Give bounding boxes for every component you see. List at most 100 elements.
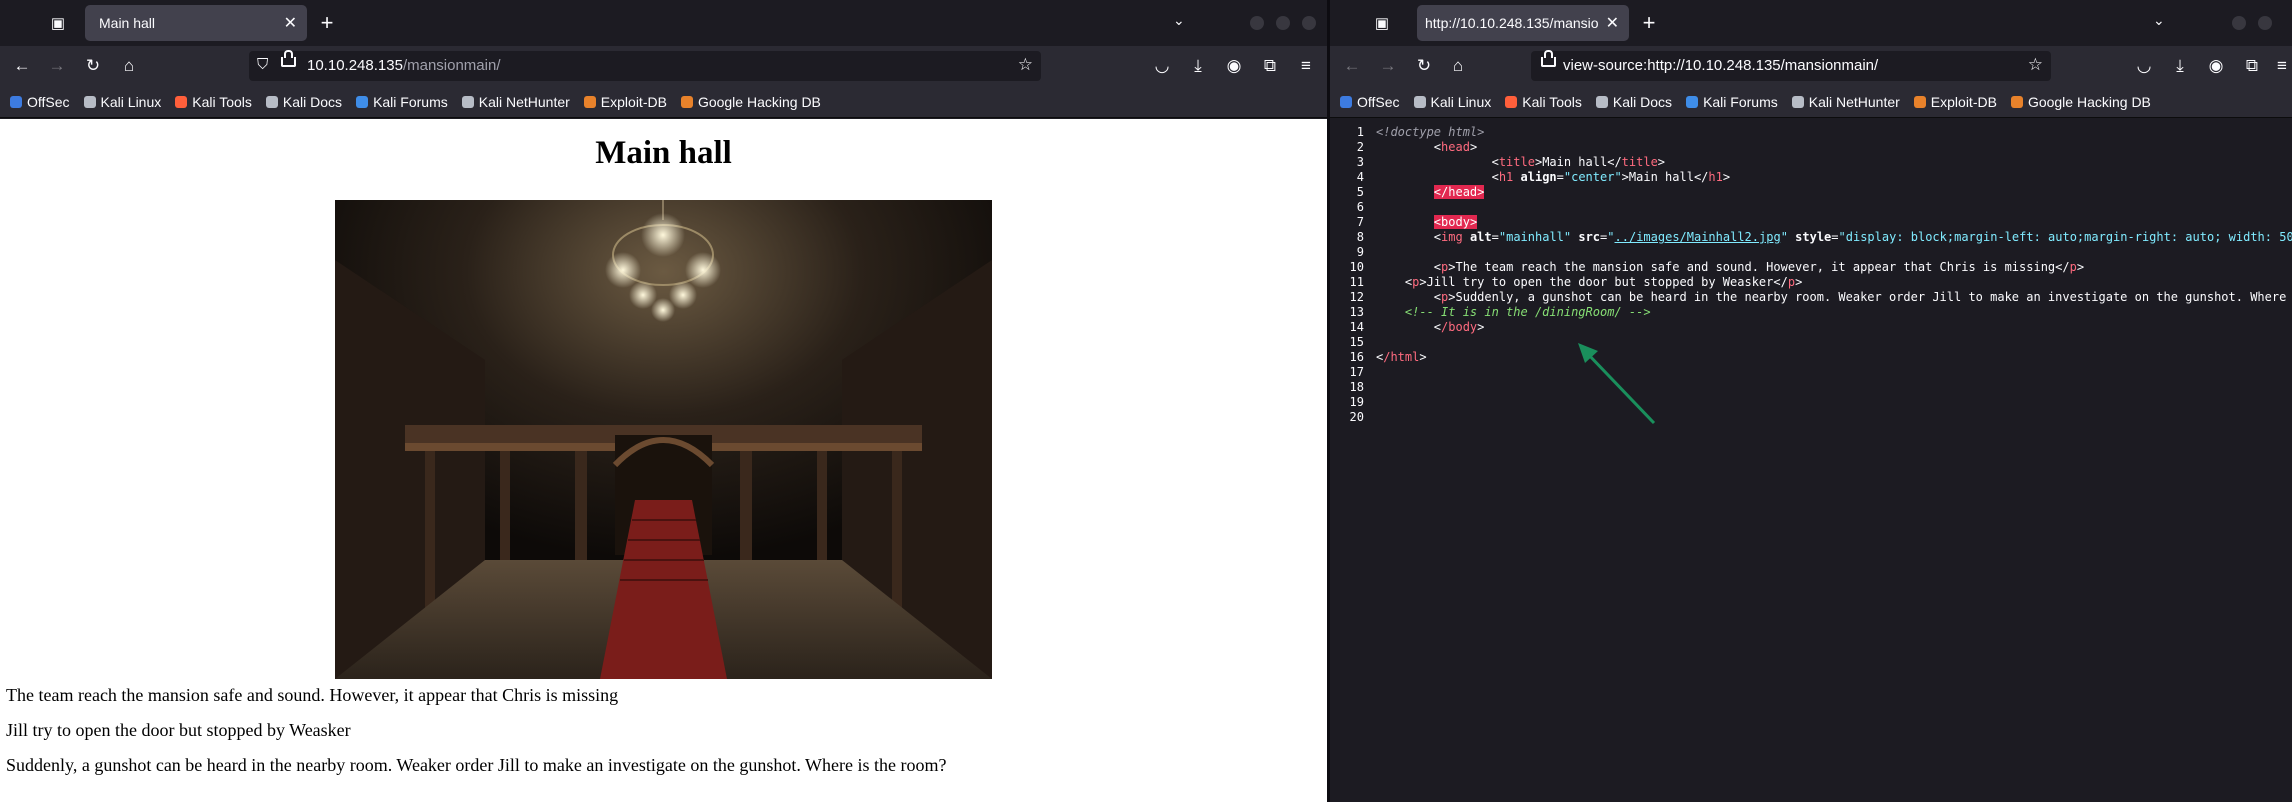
source-line: 14 </body>: [1349, 320, 1485, 334]
downloads-icon[interactable]: ⤓: [1184, 52, 1212, 80]
source-line: 13 <!-- It is in the /diningRoom/ -->: [1349, 305, 1651, 319]
reload-icon[interactable]: ↻: [79, 52, 107, 80]
bookmark-kali-docs[interactable]: Kali Docs: [265, 94, 342, 110]
browser-window-right: ▣ http://10.10.248.135/mansionmain/ ✕ + …: [1330, 0, 2292, 802]
menu-icon[interactable]: ≡: [1292, 52, 1320, 80]
bookmark-kali-tools[interactable]: Kali Tools: [1505, 94, 1582, 110]
shield-icon[interactable]: ⛉: [257, 56, 268, 73]
bookmark-exploit-db[interactable]: Exploit-DB: [1913, 94, 1997, 110]
paragraph-1: The team reach the mansion safe and soun…: [6, 685, 619, 705]
close-window-button[interactable]: [2258, 16, 2272, 30]
mainhall-image: [335, 200, 992, 679]
url-bar[interactable]: ⛉ 10.10.248.135/mansionmain/ ☆: [249, 50, 1041, 81]
source-line: 15: [1349, 335, 1364, 349]
kali-dragon-icon: [1595, 95, 1608, 108]
image-source-link[interactable]: ../images/Mainhall2.jpg: [1615, 230, 1781, 244]
close-window-button[interactable]: [1302, 16, 1316, 30]
paragraph-3: Suddenly, a gunshot can be heard in the …: [6, 755, 947, 775]
offsec-icon: [10, 95, 22, 108]
kali-tools-icon: [175, 95, 188, 108]
source-line: 17: [1349, 365, 1364, 379]
extensions-icon[interactable]: ⧉: [2238, 52, 2266, 80]
bookmark-exploit-db[interactable]: Exploit-DB: [583, 94, 667, 110]
source-line: 3 <title>Main hall</title>: [1356, 155, 1666, 169]
source-line: 10 <p>The team reach the mansion safe an…: [1349, 260, 2085, 274]
source-line: 12 <p>Suddenly, a gunshot can be heard i…: [1349, 290, 2292, 304]
tab-title: Main hall: [99, 15, 156, 31]
account-icon[interactable]: ◉: [1220, 52, 1248, 80]
url-bar[interactable]: view-source:http://10.10.248.135/mansion…: [1531, 50, 2051, 81]
home-icon[interactable]: ⌂: [115, 52, 143, 80]
tab-view-source[interactable]: http://10.10.248.135/mansionmain/ ✕: [1417, 5, 1629, 41]
bookmark-kali-linux[interactable]: Kali Linux: [1413, 94, 1491, 110]
kali-dragon-icon: [83, 95, 96, 108]
pocket-icon[interactable]: ◡: [2130, 52, 2158, 80]
back-arrow-icon[interactable]: ←: [8, 52, 36, 80]
maximize-button[interactable]: [1276, 16, 1290, 30]
bookmark-offsec[interactable]: OffSec: [10, 94, 70, 110]
chevron-down-icon[interactable]: ⌄: [1173, 12, 1185, 29]
offsec-icon: [1340, 95, 1352, 108]
source-line: 1 <!doctype html>: [1356, 125, 1485, 139]
source-line: 20: [1349, 410, 1364, 424]
lock-icon[interactable]: [1541, 50, 1556, 67]
browser-window-left: ▣ Main hall ✕ + ⌄ ← → ↻ ⌂ ⛉ 10.10.248.13…: [0, 0, 1327, 802]
close-icon[interactable]: ✕: [284, 13, 297, 33]
bookmark-kali-nethunter[interactable]: Kali NetHunter: [1791, 94, 1900, 110]
kali-forums-icon: [356, 95, 369, 108]
downloads-icon[interactable]: ⤓: [2166, 52, 2194, 80]
bookmark-kali-docs[interactable]: Kali Docs: [1595, 94, 1672, 110]
bookmark-kali-forums[interactable]: Kali Forums: [356, 94, 448, 110]
home-icon[interactable]: ⌂: [1444, 52, 1472, 80]
reload-icon[interactable]: ↻: [1410, 52, 1438, 80]
bookmark-google-hacking-db[interactable]: Google Hacking DB: [680, 94, 821, 110]
tab-title: http://10.10.248.135/mansionmain/: [1425, 15, 1598, 31]
source-line: 2 <head>: [1356, 140, 1478, 154]
firefox-view-icon[interactable]: ▣: [1370, 11, 1394, 35]
kali-dragon-icon: [265, 95, 278, 108]
bookmark-kali-forums[interactable]: Kali Forums: [1686, 94, 1778, 110]
minimize-button[interactable]: [2232, 16, 2246, 30]
account-icon[interactable]: ◉: [2202, 52, 2230, 80]
lock-icon[interactable]: [281, 50, 296, 67]
navigation-toolbar: ← → ↻ ⌂ view-source:http://10.10.248.135…: [1330, 46, 2292, 86]
new-tab-button[interactable]: +: [1635, 9, 1663, 37]
tab-main-hall[interactable]: Main hall ✕: [85, 5, 307, 41]
chevron-down-icon[interactable]: ⌄: [2153, 12, 2165, 29]
source-line: 8 <img alt="mainhall" src="../images/Mai…: [1356, 230, 2292, 244]
source-line: 18: [1349, 380, 1364, 394]
menu-icon[interactable]: ≡: [2268, 52, 2292, 80]
tab-bar: ▣ http://10.10.248.135/mansionmain/ ✕ + …: [1330, 0, 2292, 46]
source-line: 9: [1356, 245, 1364, 259]
kali-dragon-icon: [1791, 95, 1804, 108]
bookmark-google-hacking-db[interactable]: Google Hacking DB: [2010, 94, 2151, 110]
source-line: 6: [1356, 200, 1364, 214]
forward-arrow-icon[interactable]: →: [1374, 52, 1402, 80]
mainhall-illustration: [335, 200, 992, 679]
url-text[interactable]: 10.10.248.135/mansionmain/: [307, 57, 500, 74]
minimize-button[interactable]: [1250, 16, 1264, 30]
exploit-db-icon: [1913, 95, 1926, 108]
forward-arrow-icon[interactable]: →: [43, 52, 71, 80]
bookmark-kali-nethunter[interactable]: Kali NetHunter: [461, 94, 570, 110]
close-icon[interactable]: ✕: [1606, 13, 1619, 33]
bookmark-offsec[interactable]: OffSec: [1340, 94, 1400, 110]
extensions-icon[interactable]: ⧉: [1256, 52, 1284, 80]
bookmark-star-icon[interactable]: ☆: [2028, 55, 2043, 75]
url-text[interactable]: view-source:http://10.10.248.135/mansion…: [1563, 57, 1878, 74]
kali-dragon-icon: [461, 95, 474, 108]
html-comment: <!-- It is in the /diningRoom/ -->: [1404, 305, 1651, 319]
source-line: 19: [1349, 395, 1364, 409]
bookmark-kali-linux[interactable]: Kali Linux: [83, 94, 161, 110]
source-line: 16 </html>: [1349, 350, 1427, 364]
source-line: 7 <body>: [1356, 215, 1478, 229]
paragraph-2: Jill try to open the door but stopped by…: [6, 720, 351, 740]
bookmark-kali-tools[interactable]: Kali Tools: [175, 94, 252, 110]
source-line: 4 <h1 align="center">Main hall</h1>: [1356, 170, 1731, 184]
pocket-icon[interactable]: ◡: [1148, 52, 1176, 80]
firefox-view-icon[interactable]: ▣: [46, 11, 70, 35]
bookmark-star-icon[interactable]: ☆: [1018, 55, 1033, 75]
new-tab-button[interactable]: +: [313, 9, 341, 37]
navigation-toolbar: ← → ↻ ⌂ ⛉ 10.10.248.135/mansionmain/ ☆ ◡…: [0, 46, 1327, 86]
back-arrow-icon[interactable]: ←: [1338, 52, 1366, 80]
